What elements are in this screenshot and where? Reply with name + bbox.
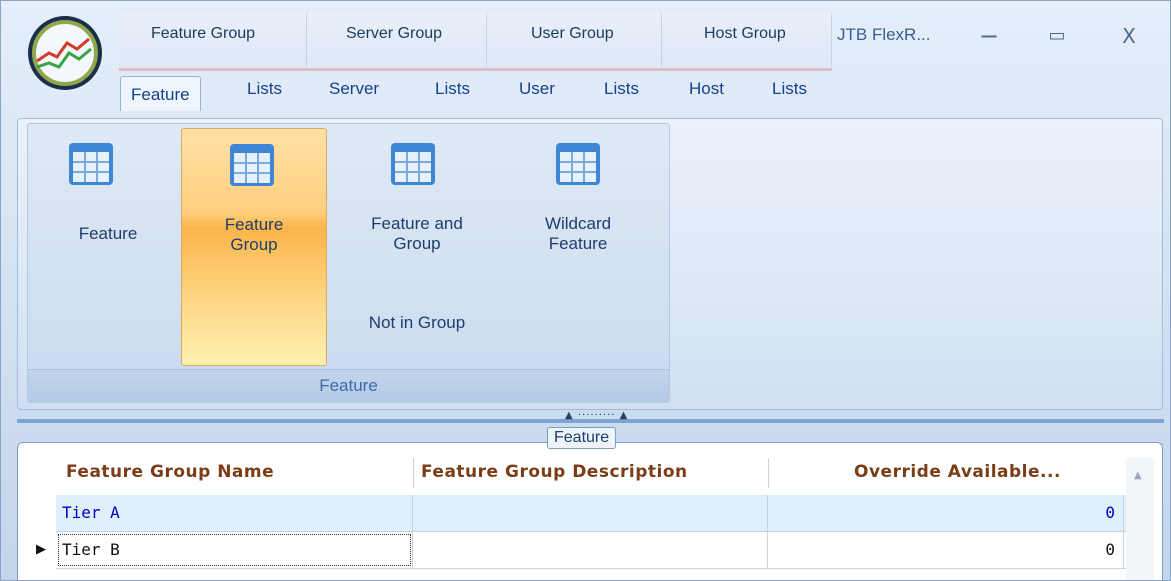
grid-icon [230,144,274,186]
cell-override[interactable]: 0 [768,495,1124,531]
cell-description[interactable] [413,495,768,531]
splitter-grip-icon[interactable]: ▲ ········· ▲ [565,410,628,421]
feature-and-group-button-label-line2: Group [393,234,441,253]
column-header-override[interactable]: Override Available... [854,462,1061,482]
row-header[interactable]: ▶ [18,532,56,569]
panel-title: Feature [547,427,617,449]
column-header-name[interactable]: Feature Group Name [66,462,274,482]
app-logo-icon[interactable] [25,13,105,93]
wildcard-feature-button-label-line1: Wildcard [544,214,612,233]
feature-group-button-label-line2: Group [230,235,278,254]
cell-override[interactable]: 0 [768,532,1124,568]
context-group-user-label: User Group [531,25,614,42]
column-header-description[interactable]: Feature Group Description [421,462,688,482]
row-header[interactable] [18,493,56,530]
column-divider [768,458,769,488]
grid-icon [556,143,600,185]
cell-description[interactable] [413,532,768,568]
scroll-up-icon[interactable]: ▲ [1134,470,1142,481]
app-window: Feature Group Server Group User Group Ho… [0,0,1171,581]
column-divider [413,458,414,488]
grid-icon [391,143,435,185]
tab-feature-lists[interactable]: Lists [247,79,282,99]
wildcard-feature-button-label-line2: Feature [548,234,608,253]
feature-button-label: Feature [78,224,138,243]
cell-name[interactable]: Tier A [56,495,413,531]
row-pointer-icon: ▶ [36,542,46,557]
close-button[interactable]: X [1109,19,1149,53]
wildcard-feature-button[interactable]: Wildcard Feature [508,128,648,366]
tab-server-lists[interactable]: Lists [435,79,470,99]
window-title: JTB FlexR... [837,25,931,44]
maximize-button[interactable]: ▭ [1037,19,1077,53]
feature-grid-panel: Feature Group Name Feature Group Descrip… [17,442,1163,580]
tab-user[interactable]: User [519,79,555,99]
ribbon-panel: Feature Feature Group Feature and Group … [17,118,1163,410]
context-group-feature-label: Feature Group [151,25,256,42]
tab-server[interactable]: Server [329,79,379,99]
ribbon-group-feature: Feature Feature Group Feature and Group … [27,123,670,403]
feature-and-group-button[interactable]: Feature and Group Not in Group [332,128,502,366]
context-group-host-label: Host Group [704,25,786,42]
tab-feature[interactable]: Feature [120,76,201,111]
feature-button[interactable]: Feature [38,128,178,366]
feature-group-button[interactable]: Feature Group [181,128,327,366]
feature-and-group-button-label-line1: Feature and [371,214,463,233]
minimize-button[interactable]: − [969,19,1009,53]
feature-group-button-label-line1: Feature [224,215,284,234]
table-row[interactable]: Tier A 0 [56,495,1140,532]
tab-host-lists[interactable]: Lists [772,79,807,99]
grid-icon [69,143,113,185]
table-row[interactable]: Tier B 0 [56,532,1140,569]
tab-user-lists[interactable]: Lists [604,79,639,99]
context-group-server-label: Server Group [346,25,443,42]
vertical-scrollbar[interactable]: ▲ [1126,458,1154,580]
cell-name[interactable]: Tier B [56,532,413,568]
ribbon-group-label: Feature [28,369,669,402]
grid-header: Feature Group Name Feature Group Descrip… [18,458,1162,488]
not-in-group-label: Not in Group [368,313,466,332]
tab-host[interactable]: Host [689,79,724,99]
